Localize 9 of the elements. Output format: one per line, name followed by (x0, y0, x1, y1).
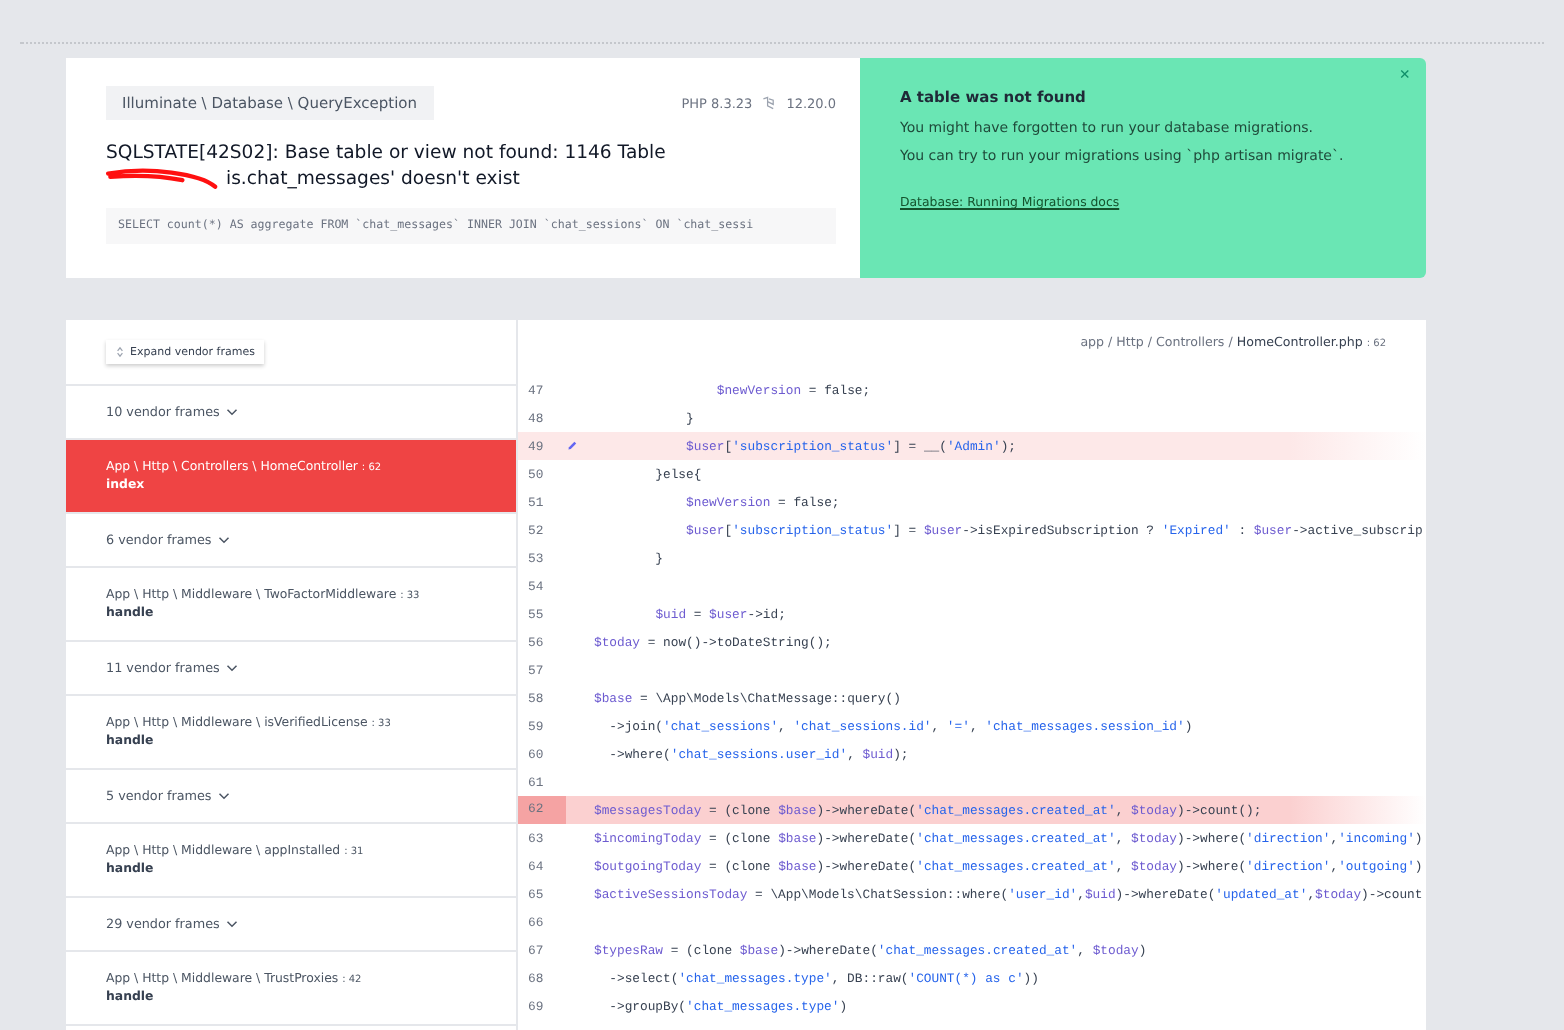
error-message: SQLSTATE[42S02]: Base table or view not found: 1146 Table (106, 142, 668, 164)
chevron-icon (217, 792, 230, 800)
chevron-icon (217, 536, 230, 544)
chevron-icon (225, 664, 238, 672)
chevron-icon (225, 920, 238, 928)
expand-icon (116, 345, 124, 358)
chevron-icon (225, 408, 238, 416)
pencil-icon[interactable] (566, 440, 578, 452)
error-message: is.chat_messages' doesn't exist (226, 167, 520, 189)
